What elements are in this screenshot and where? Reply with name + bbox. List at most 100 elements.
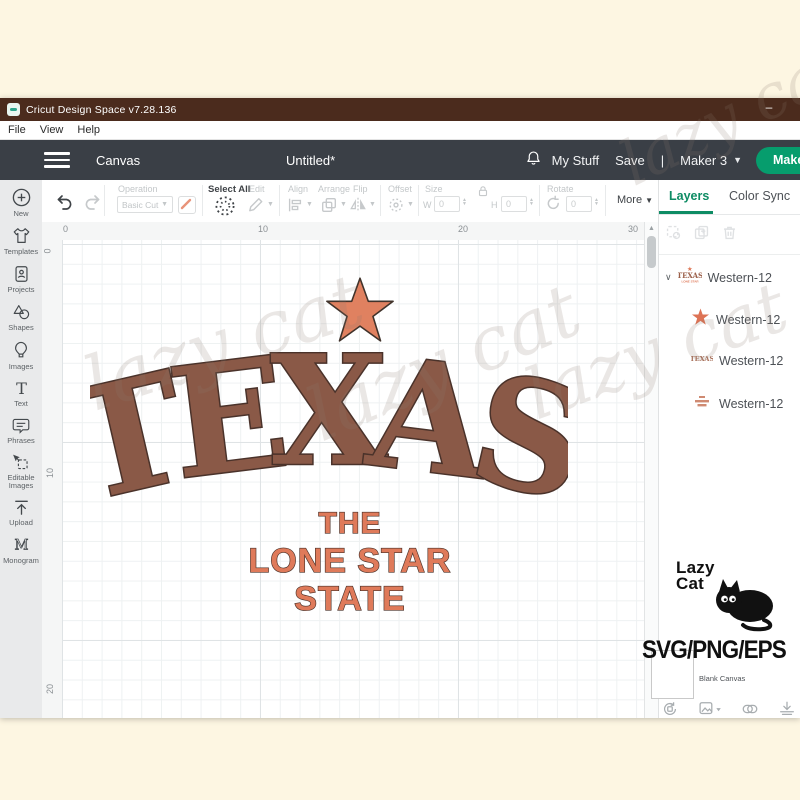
layer-name: Western-12 <box>708 271 772 285</box>
height-input[interactable]: 0 <box>501 196 527 212</box>
sidebar-item-upload[interactable]: Upload <box>0 498 42 527</box>
duplicate-image-icon[interactable] <box>698 700 722 718</box>
layer-name: Western-12 <box>719 397 783 411</box>
sidebar-item-text[interactable]: T Text <box>0 379 42 408</box>
save-button[interactable]: Save <box>615 153 645 168</box>
group-chevron-down-icon[interactable]: ∨ <box>665 272 672 283</box>
flip-icon[interactable] <box>349 196 367 219</box>
my-stuff-link[interactable]: My Stuff <box>552 153 599 168</box>
attach-icon[interactable] <box>741 700 759 718</box>
duplicate-layer-icon[interactable] <box>693 224 710 246</box>
sidebar-item-shapes[interactable]: Shapes <box>0 302 42 332</box>
new-plus-icon <box>11 187 32 208</box>
sidebar-item-label: Editable Images <box>0 474 42 490</box>
blank-canvas-label: Blank Canvas <box>699 674 745 683</box>
width-label: W <box>423 200 432 210</box>
sidebar-item-templates[interactable]: Templates <box>0 226 42 256</box>
active-tab-underline <box>659 211 713 214</box>
svg-text:M: M <box>14 538 28 554</box>
rotate-icon[interactable] <box>545 195 562 217</box>
ruler-tick: 20 <box>458 224 468 234</box>
menu-bar: File View Help <box>0 121 800 140</box>
texas-arched-text[interactable]: T E X A S <box>90 321 568 501</box>
edit-caret-icon[interactable]: ▼ <box>267 201 274 208</box>
width-input[interactable]: 0 <box>434 196 460 212</box>
align-caret-icon[interactable]: ▼ <box>306 201 313 208</box>
editable-images-icon <box>11 453 31 472</box>
canvas-label[interactable]: Canvas <box>96 153 140 168</box>
group-thumbnail: TEXASLONE STAR <box>678 266 702 289</box>
undo-icon[interactable] <box>54 192 74 217</box>
navbar-right-group: My Stuff Save | Maker 3 ▼ Make It <box>525 140 800 180</box>
lock-ratio-icon[interactable] <box>476 184 490 203</box>
select-layer-icon[interactable] <box>665 224 682 246</box>
layer-row-state[interactable]: Western-12 <box>691 394 783 413</box>
color-swatch[interactable] <box>178 196 196 214</box>
toolbar-divider <box>279 185 280 216</box>
toolbar-divider <box>418 185 419 216</box>
machine-chevron-down-icon[interactable]: ▼ <box>733 155 742 165</box>
sidebar-item-label: Templates <box>4 248 38 256</box>
scrollbar-thumb[interactable] <box>647 236 656 268</box>
edit-pencil-icon[interactable] <box>246 195 265 219</box>
operation-value: Basic Cut <box>122 200 158 210</box>
width-stepper[interactable]: ▲▼ <box>462 198 467 206</box>
height-stepper[interactable]: ▲▼ <box>529 198 534 206</box>
offset-label: Offset <box>388 184 412 194</box>
sidebar-item-new[interactable]: New <box>0 187 42 218</box>
operation-dropdown[interactable]: Basic Cut ▼ <box>117 196 173 213</box>
ruler-tick: 0 <box>63 224 68 234</box>
svg-text:LONE STAR: LONE STAR <box>681 280 699 284</box>
rotate-input[interactable]: 0 <box>566 196 592 212</box>
layer-row-star[interactable]: Western-12 <box>691 308 780 331</box>
toolbar-divider <box>380 185 381 216</box>
more-button[interactable]: More ▼ <box>617 194 653 206</box>
tab-layers[interactable]: Layers <box>669 189 709 203</box>
panel-divider <box>659 254 800 255</box>
select-all-label[interactable]: Select All <box>208 184 250 195</box>
tshirt-icon <box>11 226 32 246</box>
rotate-stepper[interactable]: ▲▼ <box>594 198 599 206</box>
redo-icon[interactable] <box>83 192 103 217</box>
menu-help[interactable]: Help <box>77 124 100 136</box>
arrange-caret-icon[interactable]: ▼ <box>340 201 347 208</box>
hamburger-menu-icon[interactable] <box>44 152 70 168</box>
document-title[interactable]: Untitled* <box>286 153 335 168</box>
delete-layer-icon[interactable] <box>721 224 738 246</box>
layer-row-texas[interactable]: TEXAS Western-12 <box>691 351 783 370</box>
sidebar-item-editable-images[interactable]: Editable Images <box>0 453 42 490</box>
state-layer-thumbnail <box>691 394 713 413</box>
size-label: Size <box>425 184 443 194</box>
menu-view[interactable]: View <box>40 124 64 136</box>
group-objects-icon[interactable] <box>661 700 679 718</box>
offset-caret-icon[interactable]: ▼ <box>407 201 414 208</box>
subtext-line: STATE <box>294 580 405 618</box>
layer-group-row[interactable]: ∨ TEXASLONE STAR Western-12 <box>665 266 772 289</box>
ruler-tick: 30 <box>628 224 638 234</box>
arrange-label: Arrange <box>318 184 350 194</box>
lone-star-state-text[interactable]: THE LONE STAR STATE <box>218 505 483 620</box>
scroll-up-arrow-icon[interactable]: ▲ <box>648 225 655 232</box>
arrange-icon[interactable] <box>320 196 338 219</box>
machine-selector[interactable]: Maker 3 <box>680 153 727 168</box>
align-icon[interactable] <box>286 196 304 219</box>
notifications-bell-icon[interactable] <box>525 149 542 172</box>
select-all-icon[interactable] <box>214 195 236 222</box>
operation-label: Operation <box>118 184 158 194</box>
flatten-icon[interactable] <box>778 700 796 718</box>
lazy-cat-brand: Lazy Cat <box>676 560 715 592</box>
tab-color-sync[interactable]: Color Sync <box>729 189 790 203</box>
sidebar-item-images[interactable]: Images <box>0 340 42 371</box>
panel-bottom-actions <box>661 700 800 718</box>
sidebar-item-phrases[interactable]: Phrases <box>0 416 42 445</box>
top-navbar: Canvas Untitled* My Stuff Save | Maker 3… <box>0 140 800 180</box>
minimize-button[interactable]: – <box>762 100 776 114</box>
sidebar-item-monogram[interactable]: M Monogram <box>0 535 42 565</box>
design-canvas[interactable]: 0 10 20 30 0 10 20 T E <box>42 222 658 718</box>
sidebar-item-projects[interactable]: Projects <box>0 264 42 294</box>
menu-file[interactable]: File <box>8 124 26 136</box>
canvas-grid[interactable]: T E X A S THE LONE STAR STATE <box>62 240 645 718</box>
offset-icon[interactable] <box>387 196 405 219</box>
make-it-button[interactable]: Make It <box>756 147 800 174</box>
flip-caret-icon[interactable]: ▼ <box>369 201 376 208</box>
